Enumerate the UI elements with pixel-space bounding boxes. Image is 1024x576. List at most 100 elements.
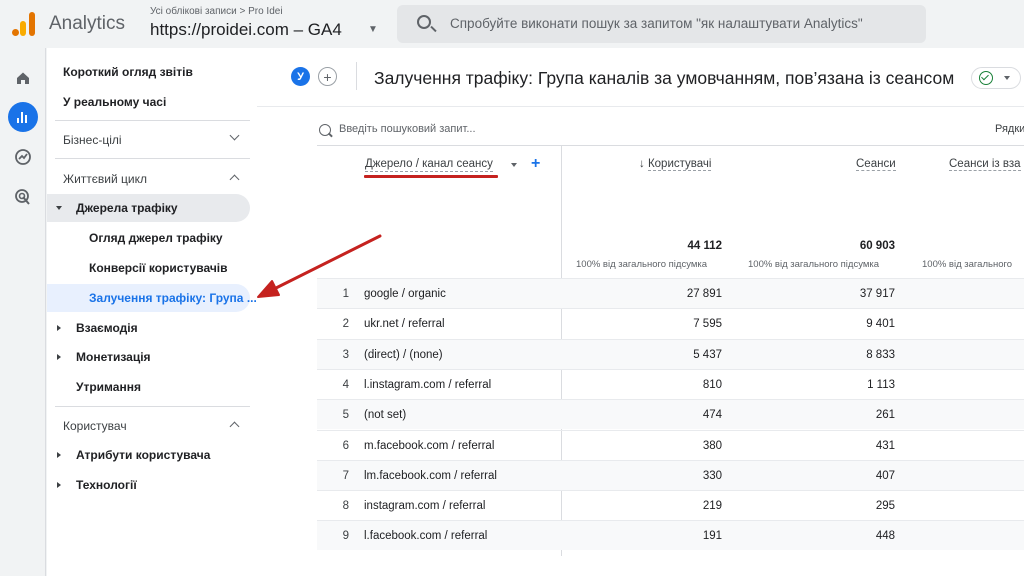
expand-down-icon bbox=[56, 206, 62, 210]
row-number: 4 bbox=[342, 378, 349, 391]
comparison-avatar[interactable]: У bbox=[291, 67, 310, 86]
row-sessions: 8 833 bbox=[866, 348, 895, 361]
nav-monetization[interactable]: Монетизація bbox=[47, 343, 250, 371]
row-dimension: ukr.net / referral bbox=[364, 318, 445, 331]
row-number: 6 bbox=[342, 439, 349, 452]
row-number: 2 bbox=[342, 318, 349, 331]
divider bbox=[356, 62, 357, 90]
metric-header-sessions[interactable]: Сеанси bbox=[856, 158, 896, 171]
caret-down-icon bbox=[1004, 76, 1010, 80]
row-users: 474 bbox=[702, 409, 722, 422]
nav-realtime[interactable]: У реальному часі bbox=[47, 88, 250, 116]
row-sessions: 37 917 bbox=[859, 288, 895, 300]
divider bbox=[257, 106, 1024, 107]
table-row[interactable]: 5 (not set) 474 261 bbox=[317, 399, 1024, 430]
dimension-header[interactable]: Джерело / канал сеансу bbox=[365, 158, 493, 172]
nav-traffic-acquisition[interactable]: Залучення трафіку: Група ... bbox=[47, 284, 257, 312]
row-users: 810 bbox=[702, 378, 722, 391]
table-row[interactable]: 9 l.facebook.com / referral 191 448 bbox=[317, 520, 1024, 551]
table-row[interactable]: 6 m.facebook.com / referral 380 431 bbox=[317, 429, 1024, 460]
table-row[interactable]: 1 google / organic 27 891 37 917 bbox=[317, 278, 1024, 308]
row-sessions: 431 bbox=[875, 439, 895, 452]
row-dimension: lm.facebook.com / referral bbox=[364, 469, 497, 482]
chevron-up-icon bbox=[229, 421, 240, 432]
chevron-up-icon bbox=[229, 174, 240, 185]
metric-header-users[interactable]: ↓ Користувачі bbox=[639, 158, 712, 171]
total-engaged-pct: 100% від загального bbox=[922, 259, 1013, 270]
row-users: 219 bbox=[702, 500, 722, 513]
total-sessions-pct: 100% від загального підсумка bbox=[748, 259, 880, 270]
row-dimension: l.facebook.com / referral bbox=[364, 530, 488, 543]
metric-header-engaged-sessions[interactable]: Сеанси із вза bbox=[949, 158, 1021, 171]
check-circle-icon bbox=[979, 71, 993, 85]
nav-acquisition-overview[interactable]: Огляд джерел трафіку bbox=[47, 224, 250, 252]
row-number: 3 bbox=[342, 348, 349, 361]
caret-down-icon[interactable]: ▼ bbox=[368, 24, 378, 35]
top-bar: Analytics Усі облікові записи > Pro Idei… bbox=[0, 0, 1024, 48]
divider bbox=[55, 120, 250, 121]
nav-user-attributes[interactable]: Атрибути користувача bbox=[47, 441, 250, 469]
chevron-down-icon bbox=[229, 130, 240, 141]
breadcrumb[interactable]: Усі облікові записи > Pro Idei bbox=[150, 6, 283, 17]
row-number: 9 bbox=[342, 530, 349, 543]
table-row[interactable]: 3 (direct) / (none) 5 437 8 833 bbox=[317, 338, 1024, 369]
row-sessions: 9 401 bbox=[866, 318, 895, 331]
table-row[interactable]: 4 l.instagram.com / referral 810 1 113 bbox=[317, 368, 1024, 399]
caret-down-icon[interactable] bbox=[511, 163, 517, 167]
search-icon bbox=[417, 15, 431, 29]
row-sessions: 261 bbox=[875, 409, 895, 422]
reports-icon[interactable] bbox=[8, 102, 38, 132]
rows-per-page-label[interactable]: Рядки bbox=[995, 123, 1024, 135]
nav-retention[interactable]: Утримання bbox=[47, 373, 250, 401]
row-users: 330 bbox=[702, 469, 722, 482]
table-row[interactable]: 8 instagram.com / referral 219 295 bbox=[317, 490, 1024, 520]
add-dimension-icon[interactable]: + bbox=[531, 155, 540, 173]
property-selector[interactable]: https://proidei.com – GA4 bbox=[150, 20, 342, 40]
row-users: 191 bbox=[702, 530, 722, 543]
nav-user-acquisition[interactable]: Конверсії користувачів bbox=[47, 254, 250, 282]
expand-right-icon bbox=[57, 354, 61, 360]
report-status-button[interactable] bbox=[971, 67, 1021, 89]
nav-acquisition[interactable]: Джерела трафіку bbox=[47, 194, 250, 222]
row-users: 380 bbox=[702, 439, 722, 452]
divider bbox=[55, 158, 250, 159]
row-dimension: l.instagram.com / referral bbox=[364, 378, 492, 391]
home-icon[interactable] bbox=[10, 65, 36, 91]
divider bbox=[55, 406, 250, 407]
search-placeholder[interactable]: Спробуйте виконати пошук за запитом "як … bbox=[450, 16, 863, 31]
nav-tech[interactable]: Технології bbox=[47, 471, 250, 499]
row-users: 5 437 bbox=[693, 348, 722, 361]
advertising-icon[interactable] bbox=[10, 184, 36, 210]
nav-reports-snapshot[interactable]: Короткий огляд звітів bbox=[47, 58, 250, 86]
total-sessions: 60 903 bbox=[859, 240, 895, 252]
sidebar-nav: Короткий огляд звітів У реальному часі Б… bbox=[47, 48, 257, 576]
nav-user[interactable]: Користувач bbox=[47, 412, 250, 440]
expand-right-icon bbox=[57, 325, 61, 331]
table-row[interactable]: 2 ukr.net / referral 7 595 9 401 bbox=[317, 308, 1024, 338]
table-search-input[interactable]: Введіть пошуковий запит... bbox=[339, 123, 476, 135]
expand-right-icon bbox=[57, 452, 61, 458]
search-icon bbox=[319, 124, 331, 136]
row-sessions: 448 bbox=[875, 530, 895, 543]
explore-icon[interactable] bbox=[10, 144, 36, 170]
nav-engagement[interactable]: Взаємодія bbox=[47, 314, 250, 342]
row-users: 7 595 bbox=[693, 318, 722, 331]
nav-business-goals[interactable]: Бізнес-цілі bbox=[47, 126, 250, 154]
row-sessions: 1 113 bbox=[867, 378, 895, 391]
add-comparison-button[interactable]: + bbox=[318, 67, 337, 86]
global-search[interactable]: Спробуйте виконати пошук за запитом "як … bbox=[397, 5, 926, 43]
nav-lifecycle[interactable]: Життєвий цикл bbox=[47, 165, 250, 193]
expand-right-icon bbox=[57, 482, 61, 488]
row-sessions: 407 bbox=[875, 469, 895, 482]
divider bbox=[317, 145, 1024, 146]
page-title: Залучення трафіку: Група каналів за умов… bbox=[374, 68, 955, 88]
row-dimension: instagram.com / referral bbox=[364, 500, 486, 513]
app-name: Analytics bbox=[49, 13, 126, 34]
annotation-underline bbox=[364, 175, 498, 178]
row-dimension: google / organic bbox=[364, 288, 446, 300]
table-row[interactable]: 7 lm.facebook.com / referral 330 407 bbox=[317, 459, 1024, 490]
analytics-logo-icon[interactable] bbox=[12, 12, 36, 36]
row-dimension: (not set) bbox=[364, 409, 407, 422]
row-dimension: m.facebook.com / referral bbox=[364, 439, 495, 452]
row-sessions: 295 bbox=[875, 500, 895, 513]
